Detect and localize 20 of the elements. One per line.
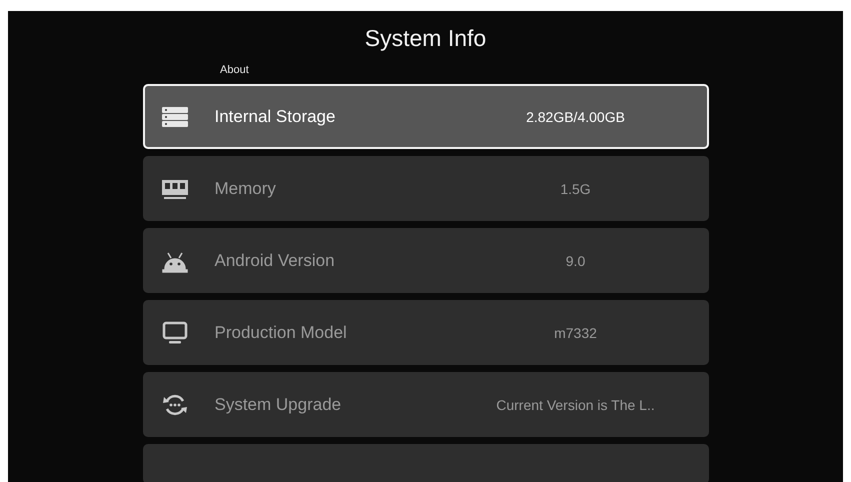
- info-row[interactable]: Memory 1.5G: [142, 156, 708, 221]
- storage-icon: [160, 104, 188, 128]
- row-value: 1.5G: [559, 180, 592, 196]
- info-row[interactable]: Internal Storage 2.82GB/4.00GB: [142, 84, 708, 149]
- monitor-icon: [160, 320, 188, 344]
- row-label: System Upgrade: [214, 394, 342, 414]
- row-value: Current Version is The L..: [495, 396, 656, 412]
- row-label: Internal Storage: [214, 106, 336, 126]
- info-row[interactable]: Android Version 9.0: [142, 228, 708, 293]
- row-label: Android Version: [214, 250, 336, 270]
- section-heading: About: [220, 64, 249, 76]
- screen-title: System Info: [364, 25, 486, 52]
- row-value: m7332: [553, 324, 598, 340]
- row-value: 2.82GB/4.00GB: [525, 108, 626, 124]
- row-value: 9.0: [564, 252, 586, 268]
- row-label: Memory: [214, 178, 277, 198]
- info-row[interactable]: Production Model m7332: [142, 300, 708, 365]
- refresh-icon: [160, 392, 188, 416]
- info-row[interactable]: System Upgrade Current Version is The L..: [142, 372, 708, 437]
- row-label: Production Model: [214, 322, 348, 342]
